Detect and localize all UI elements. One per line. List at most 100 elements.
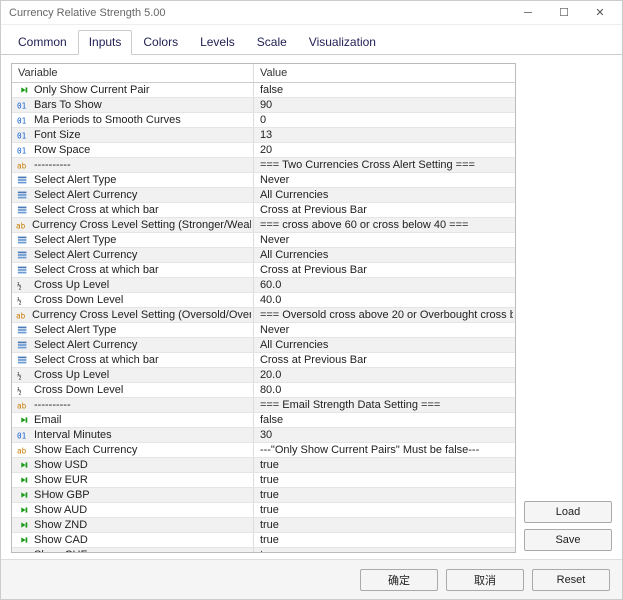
svg-text:ab: ab xyxy=(16,311,26,320)
value-cell[interactable]: true xyxy=(256,504,513,516)
value-cell[interactable]: === Email Strength Data Setting === xyxy=(256,399,513,411)
table-row[interactable]: 01Interval Minutes30 xyxy=(12,428,515,443)
value-cell[interactable]: true xyxy=(256,489,513,501)
col-value[interactable]: Value xyxy=(253,64,515,83)
variable-label: Select Cross at which bar xyxy=(34,204,159,216)
tab-scale[interactable]: Scale xyxy=(246,30,298,55)
variable-label: Show ZND xyxy=(34,519,87,531)
cancel-button[interactable]: 取消 xyxy=(446,569,524,591)
svg-text:ab: ab xyxy=(17,161,27,170)
value-cell[interactable]: false xyxy=(256,414,513,426)
value-cell[interactable]: true xyxy=(256,474,513,486)
table-row[interactable]: Show USDtrue xyxy=(12,458,515,473)
enum-icon xyxy=(16,249,30,261)
value-cell[interactable]: Cross at Previous Bar xyxy=(256,264,513,276)
table-row[interactable]: 01Font Size13 xyxy=(12,128,515,143)
value-cell[interactable]: true xyxy=(256,534,513,546)
table-row[interactable]: Show ZND true xyxy=(12,518,515,533)
table-row[interactable]: abShow Each Currency---"Only Show Curren… xyxy=(12,443,515,458)
enum-icon xyxy=(16,204,30,216)
bool-icon xyxy=(16,474,30,486)
tab-inputs[interactable]: Inputs xyxy=(78,30,133,55)
table-row[interactable]: SHow GBPtrue xyxy=(12,488,515,503)
table-row[interactable]: Only Show Current Pairfalse xyxy=(12,83,515,98)
value-cell[interactable]: 13 xyxy=(256,129,513,141)
table-row[interactable]: Select Cross at which barCross at Previo… xyxy=(12,353,515,368)
value-cell[interactable]: Cross at Previous Bar xyxy=(256,204,513,216)
variable-label: Select Alert Type xyxy=(34,234,116,246)
value-cell[interactable]: ---"Only Show Current Pairs" Must be fal… xyxy=(256,444,513,456)
value-cell[interactable]: true xyxy=(256,549,513,553)
table-row[interactable]: ab----------=== Email Strength Data Sett… xyxy=(12,398,515,413)
variable-cell: 01Row Space xyxy=(14,144,251,156)
value-cell[interactable]: true xyxy=(256,459,513,471)
load-button[interactable]: Load xyxy=(524,501,612,523)
save-button[interactable]: Save xyxy=(524,529,612,551)
inputs-grid[interactable]: Variable Value Only Show Current Pairfal… xyxy=(11,63,516,553)
value-cell[interactable]: All Currencies xyxy=(256,339,513,351)
maximize-button[interactable]: ☐ xyxy=(546,2,582,24)
tab-colors[interactable]: Colors xyxy=(132,30,189,55)
int-icon: 01 xyxy=(16,129,30,141)
ok-button[interactable]: 确定 xyxy=(360,569,438,591)
tab-visualization[interactable]: Visualization xyxy=(298,30,387,55)
table-row[interactable]: ½Cross Up Level60.0 xyxy=(12,278,515,293)
enum-icon xyxy=(16,354,30,366)
table-row[interactable]: Show EURtrue xyxy=(12,473,515,488)
col-variable[interactable]: Variable xyxy=(12,64,253,83)
value-cell[interactable]: === Two Currencies Cross Alert Setting =… xyxy=(256,159,513,171)
value-cell[interactable]: Never xyxy=(256,174,513,186)
value-cell[interactable]: 90 xyxy=(256,99,513,111)
value-cell[interactable]: All Currencies xyxy=(256,249,513,261)
table-row[interactable]: Show CAD true xyxy=(12,533,515,548)
table-row[interactable]: Select Cross at which bar Cross at Previo… xyxy=(12,263,515,278)
table-row[interactable]: ab----------=== Two Currencies Cross Ale… xyxy=(12,158,515,173)
tab-common[interactable]: Common xyxy=(7,30,78,55)
value-cell[interactable]: Cross at Previous Bar xyxy=(256,354,513,366)
value-cell[interactable]: 0 xyxy=(256,114,513,126)
variable-cell: Select Alert Type xyxy=(14,234,251,246)
value-cell[interactable]: 40.0 xyxy=(256,294,513,306)
bool-icon xyxy=(16,534,30,546)
value-cell[interactable]: 60.0 xyxy=(256,279,513,291)
table-row[interactable]: Select Alert CurrencyAll Currencies xyxy=(12,188,515,203)
table-row[interactable]: Select Alert Type Never xyxy=(12,233,515,248)
value-cell[interactable]: Never xyxy=(256,234,513,246)
table-row[interactable]: Select Alert TypeNever xyxy=(12,323,515,338)
minimize-button[interactable]: ─ xyxy=(510,2,546,24)
value-cell[interactable]: Never xyxy=(256,324,513,336)
table-row[interactable]: Show AUD true xyxy=(12,503,515,518)
value-cell[interactable]: === Oversold cross above 20 or Overbough… xyxy=(256,309,513,321)
value-cell[interactable]: 20.0 xyxy=(256,369,513,381)
close-button[interactable]: ✕ xyxy=(582,2,618,24)
table-row[interactable]: 01Ma Periods to Smooth Curves 0 xyxy=(12,113,515,128)
table-row[interactable]: ½Cross Up Level20.0 xyxy=(12,368,515,383)
value-cell[interactable]: 80.0 xyxy=(256,384,513,396)
value-cell[interactable]: true xyxy=(256,519,513,531)
table-row[interactable]: Select Alert CurrencyAll Currencies xyxy=(12,338,515,353)
svg-text:ab: ab xyxy=(16,221,26,230)
table-row[interactable]: 01Row Space 20 xyxy=(12,143,515,158)
table-row[interactable]: Select Alert CurrencyAll Currencies xyxy=(12,248,515,263)
variable-cell: Show CAD xyxy=(14,534,251,546)
value-cell[interactable]: 30 xyxy=(256,429,513,441)
value-cell[interactable]: false xyxy=(256,84,513,96)
table-row[interactable]: abCurrency Cross Level Setting (Stronger… xyxy=(12,218,515,233)
table-row[interactable]: Emailfalse xyxy=(12,413,515,428)
variable-label: Select Cross at which bar xyxy=(34,264,159,276)
tab-levels[interactable]: Levels xyxy=(189,30,246,55)
value-cell[interactable]: 20 xyxy=(256,144,513,156)
variable-label: Show Each Currency xyxy=(34,444,137,456)
table-row[interactable]: Show CHFtrue xyxy=(12,548,515,554)
variable-cell: 01Ma Periods to Smooth Curves xyxy=(14,114,251,126)
value-cell[interactable]: All Currencies xyxy=(256,189,513,201)
table-row[interactable]: Select Cross at which bar Cross at Previo… xyxy=(12,203,515,218)
value-cell[interactable]: === cross above 60 or cross below 40 === xyxy=(256,219,513,231)
table-row[interactable]: ½Cross Down Level80.0 xyxy=(12,383,515,398)
table-row[interactable]: abCurrency Cross Level Setting (Oversold… xyxy=(12,308,515,323)
reset-button[interactable]: Reset xyxy=(532,569,610,591)
variable-label: Show AUD xyxy=(34,504,87,516)
table-row[interactable]: ½Cross Down Level40.0 xyxy=(12,293,515,308)
table-row[interactable]: Select Alert TypeNever xyxy=(12,173,515,188)
table-row[interactable]: 01Bars To Show90 xyxy=(12,98,515,113)
